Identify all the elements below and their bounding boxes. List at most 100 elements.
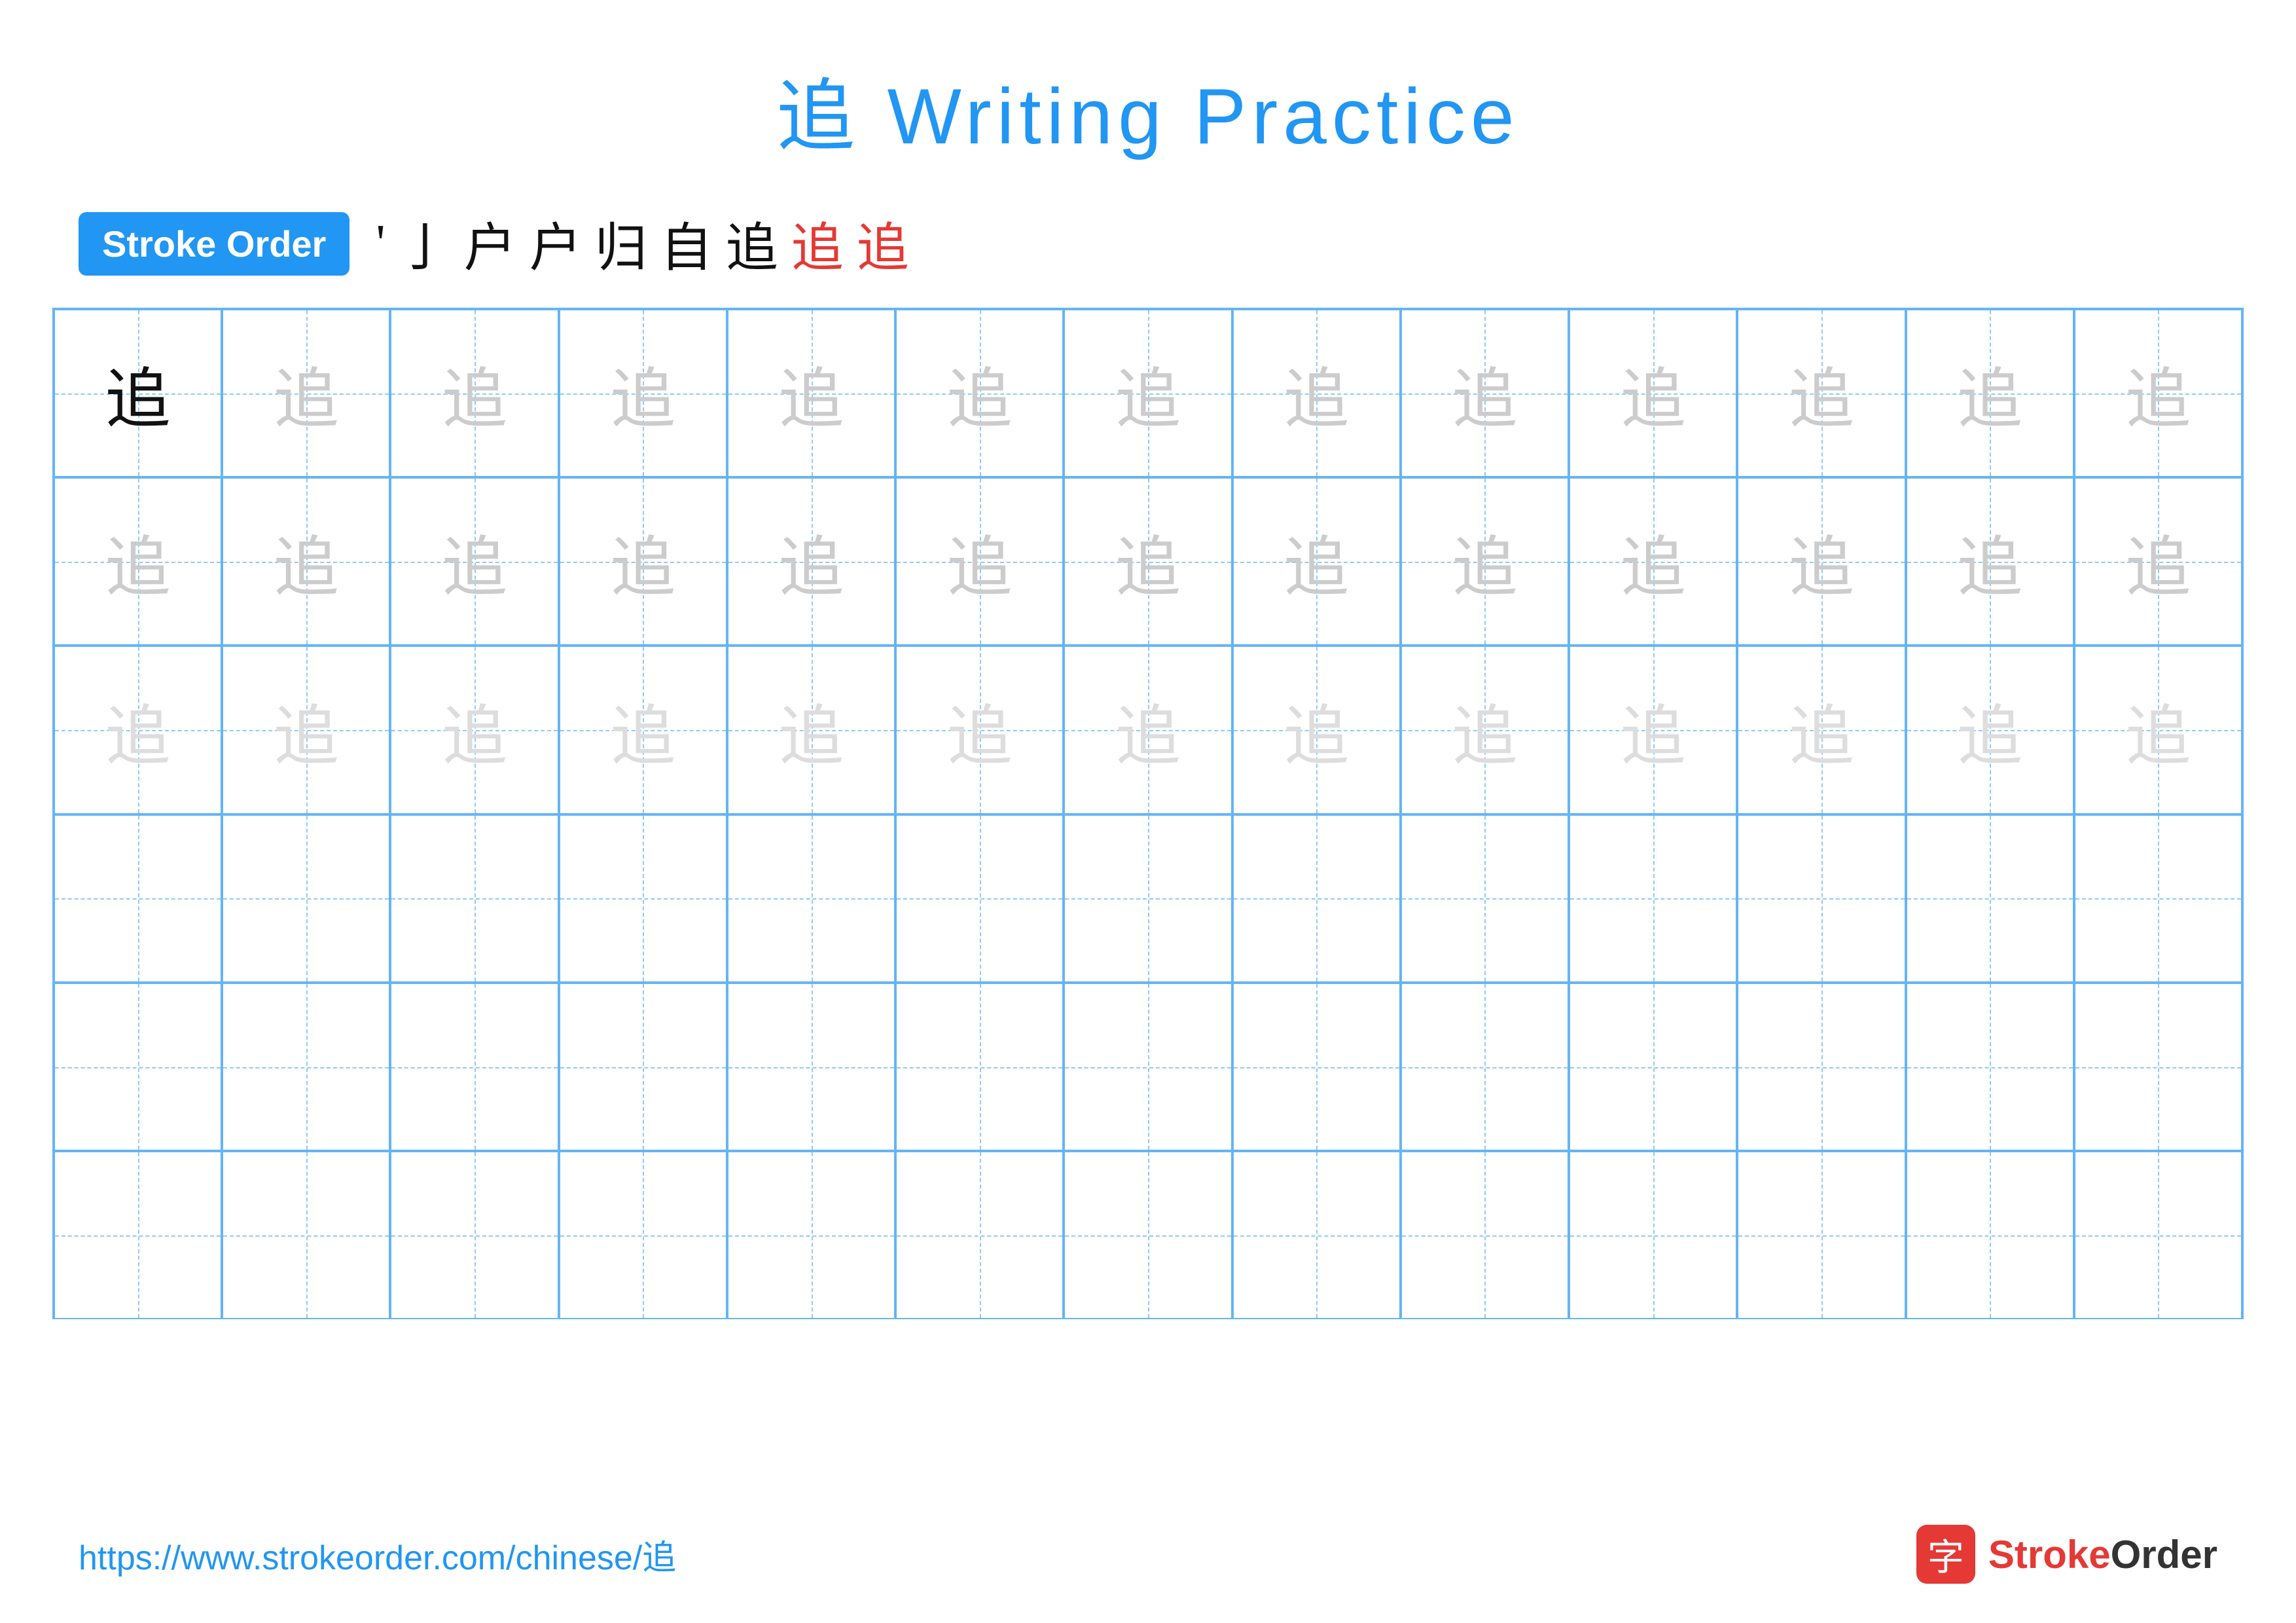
- grid-cell[interactable]: 追: [1569, 646, 1737, 814]
- grid-cell[interactable]: 追: [2074, 646, 2242, 814]
- grid-cell[interactable]: [1569, 1151, 1737, 1319]
- grid-cell[interactable]: 追: [1569, 309, 1737, 477]
- grid-cell[interactable]: 追: [1737, 477, 1905, 646]
- grid-cell[interactable]: [390, 983, 558, 1151]
- grid-cell[interactable]: [1569, 814, 1737, 983]
- grid-cell[interactable]: 追: [559, 646, 727, 814]
- grid-cell[interactable]: 追: [54, 477, 222, 646]
- grid-cell[interactable]: [1737, 1151, 1905, 1319]
- grid-cell[interactable]: [1401, 1151, 1569, 1319]
- grid-cell[interactable]: [390, 1151, 558, 1319]
- grid-cell[interactable]: 追: [222, 646, 390, 814]
- grid-cell[interactable]: 追: [1064, 477, 1232, 646]
- grid-cell[interactable]: 追: [2074, 309, 2242, 477]
- character-guide: 追: [105, 514, 171, 609]
- grid-cell[interactable]: [1064, 814, 1232, 983]
- grid-cell[interactable]: 追: [1064, 309, 1232, 477]
- grid-cell[interactable]: [1232, 814, 1401, 983]
- grid-cell[interactable]: [1906, 1151, 2074, 1319]
- grid-cell[interactable]: [1064, 1151, 1232, 1319]
- grid-cell[interactable]: [1401, 814, 1569, 983]
- grid-cell[interactable]: [559, 1151, 727, 1319]
- grid-cell[interactable]: 追: [895, 646, 1064, 814]
- character-guide: 追: [274, 346, 339, 441]
- grid-cell[interactable]: [1569, 983, 1737, 1151]
- grid-cell[interactable]: 追: [1906, 309, 2074, 477]
- grid-cell[interactable]: [54, 814, 222, 983]
- grid-cell[interactable]: [1401, 983, 1569, 1151]
- grid-cell[interactable]: [1737, 983, 1905, 1151]
- grid-cell[interactable]: 追: [390, 477, 558, 646]
- grid-cell[interactable]: [1906, 983, 2074, 1151]
- footer-url: https://www.strokeorder.com/chinese/追: [79, 1530, 676, 1579]
- grid-cell[interactable]: [559, 814, 727, 983]
- grid-cell[interactable]: 追: [1401, 646, 1569, 814]
- grid-cell[interactable]: [1232, 1151, 1401, 1319]
- grid-cell[interactable]: [1906, 814, 2074, 983]
- grid-cell[interactable]: 追: [1401, 477, 1569, 646]
- grid-cell[interactable]: 追: [2074, 477, 2242, 646]
- grid-cell[interactable]: [559, 983, 727, 1151]
- grid-cell[interactable]: 追: [559, 309, 727, 477]
- grid-cell[interactable]: 追: [222, 309, 390, 477]
- stroke-char-5: 自: [660, 206, 713, 282]
- character-guide: 追: [610, 683, 675, 778]
- grid-cell[interactable]: 追: [895, 309, 1064, 477]
- footer: https://www.strokeorder.com/chinese/追 字 …: [79, 1525, 2217, 1584]
- character-guide: 追: [2125, 683, 2191, 778]
- grid-cell[interactable]: 追: [1401, 309, 1569, 477]
- grid-cell[interactable]: [727, 983, 895, 1151]
- grid-cell[interactable]: [2074, 814, 2242, 983]
- footer-logo: 字 StrokeOrder: [1916, 1525, 2217, 1584]
- grid-cell[interactable]: 追: [1569, 477, 1737, 646]
- grid-cell[interactable]: 追: [222, 477, 390, 646]
- grid-cell[interactable]: 追: [1232, 646, 1401, 814]
- character-guide: 追: [442, 514, 507, 609]
- character-guide: 追: [1957, 683, 2022, 778]
- grid-cell[interactable]: 追: [390, 309, 558, 477]
- grid-cell[interactable]: [222, 983, 390, 1151]
- stroke-char-7: 追: [791, 206, 844, 282]
- character-guide: 追: [1789, 514, 1854, 609]
- grid-cell[interactable]: 追: [54, 646, 222, 814]
- grid-cell[interactable]: [895, 1151, 1064, 1319]
- grid-cell[interactable]: 追: [1064, 646, 1232, 814]
- grid-cell[interactable]: [727, 814, 895, 983]
- grid-cell[interactable]: [2074, 983, 2242, 1151]
- grid-cell[interactable]: 追: [54, 309, 222, 477]
- grid-cell[interactable]: 追: [895, 477, 1064, 646]
- grid-cell[interactable]: 追: [1232, 477, 1401, 646]
- character-guide: 追: [1283, 683, 1349, 778]
- character-guide: 追: [1789, 683, 1854, 778]
- grid-cell[interactable]: [895, 983, 1064, 1151]
- stroke-sequence: '亅户户归自追追追: [376, 206, 908, 282]
- grid-cell[interactable]: [727, 1151, 895, 1319]
- grid-cell[interactable]: [54, 983, 222, 1151]
- character-guide: 追: [947, 346, 1013, 441]
- character-guide: 追: [610, 514, 675, 609]
- grid-cell[interactable]: [222, 814, 390, 983]
- character-guide: 追: [274, 683, 339, 778]
- grid-cell[interactable]: [390, 814, 558, 983]
- character-guide: 追: [1957, 514, 2022, 609]
- character-guide: 追: [442, 346, 507, 441]
- grid-cell[interactable]: [54, 1151, 222, 1319]
- grid-cell[interactable]: 追: [390, 646, 558, 814]
- grid-cell[interactable]: [222, 1151, 390, 1319]
- character-guide: 追: [2125, 346, 2191, 441]
- grid-cell[interactable]: 追: [1737, 646, 1905, 814]
- grid-cell[interactable]: 追: [1906, 477, 2074, 646]
- grid-cell[interactable]: [2074, 1151, 2242, 1319]
- grid-cell[interactable]: [1064, 983, 1232, 1151]
- grid-cell[interactable]: 追: [727, 646, 895, 814]
- grid-cell[interactable]: 追: [1737, 309, 1905, 477]
- grid-cell[interactable]: 追: [727, 309, 895, 477]
- grid-cell[interactable]: 追: [559, 477, 727, 646]
- character-guide: 追: [779, 346, 844, 441]
- grid-cell[interactable]: [1232, 983, 1401, 1151]
- grid-cell[interactable]: [1737, 814, 1905, 983]
- grid-cell[interactable]: 追: [1232, 309, 1401, 477]
- grid-cell[interactable]: [895, 814, 1064, 983]
- grid-cell[interactable]: 追: [727, 477, 895, 646]
- grid-cell[interactable]: 追: [1906, 646, 2074, 814]
